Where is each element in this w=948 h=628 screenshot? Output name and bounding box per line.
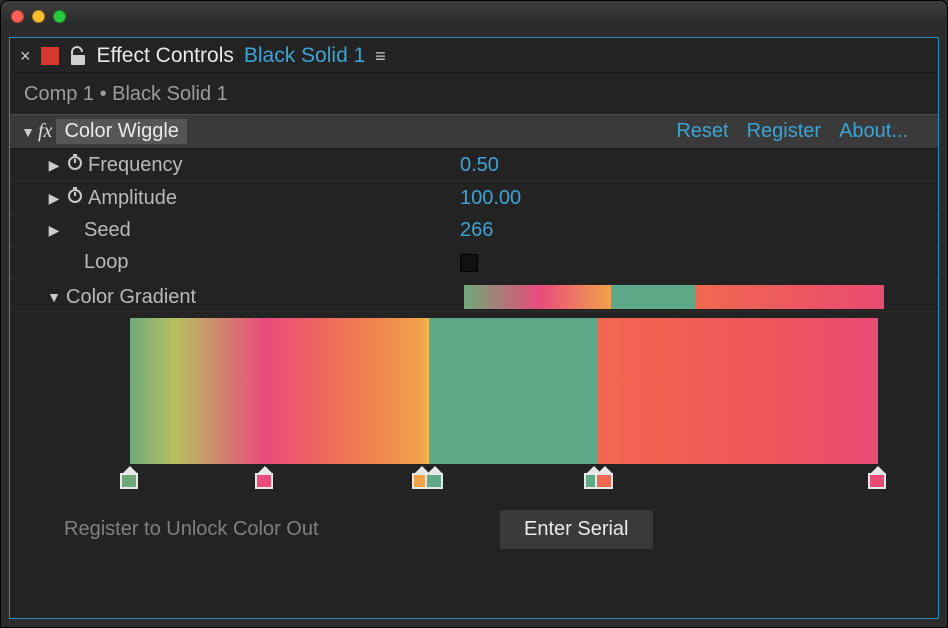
panel-tab-bar: × Effect Controls Black Solid 1 ≡	[10, 38, 938, 73]
param-loop: Loop	[10, 247, 938, 279]
panel-subtitle[interactable]: Black Solid 1	[244, 44, 365, 68]
effect-header-links: Reset Register About...	[676, 120, 928, 143]
twirl-icon[interactable]	[46, 289, 62, 305]
param-value[interactable]: 266	[460, 219, 493, 242]
param-label: Amplitude	[88, 187, 177, 210]
reset-button[interactable]: Reset	[676, 120, 728, 143]
unlock-icon[interactable]	[69, 46, 87, 66]
param-label: Color Gradient	[66, 286, 196, 309]
param-rows: Frequency 0.50 Amplitude 100.00	[10, 149, 938, 557]
enter-serial-button[interactable]: Enter Serial	[500, 510, 653, 549]
param-value[interactable]: 0.50	[460, 154, 499, 177]
minimize-icon[interactable]	[32, 10, 45, 23]
param-value[interactable]: 100.00	[460, 187, 521, 210]
gradient-stop[interactable]	[120, 466, 140, 489]
fx-icon[interactable]: fx	[38, 120, 52, 143]
param-label: Seed	[84, 219, 131, 242]
param-frequency: Frequency 0.50	[10, 149, 938, 182]
stopwatch-icon[interactable]	[66, 153, 84, 177]
gradient-stop[interactable]	[868, 466, 888, 489]
effect-name[interactable]: Color Wiggle	[56, 119, 186, 144]
gradient-preview[interactable]	[464, 285, 884, 309]
param-gradient: Color Gradient	[10, 279, 938, 312]
effect-header: fx Color Wiggle Reset Register About...	[10, 114, 938, 149]
param-seed: Seed 266	[10, 215, 938, 247]
panel-menu-icon[interactable]: ≡	[375, 46, 386, 67]
titlebar	[1, 1, 947, 31]
gradient-stops	[130, 466, 878, 496]
effect-controls-panel: × Effect Controls Black Solid 1 ≡ Comp 1…	[9, 37, 939, 619]
loop-checkbox[interactable]	[460, 254, 478, 272]
close-icon[interactable]	[11, 10, 24, 23]
maximize-icon[interactable]	[53, 10, 66, 23]
close-tab-icon[interactable]: ×	[20, 46, 31, 67]
gradient-stop[interactable]	[255, 466, 275, 489]
gradient-stop[interactable]	[595, 466, 615, 489]
gradient-stop[interactable]	[425, 466, 445, 489]
register-button[interactable]: Register	[747, 120, 821, 143]
twirl-icon[interactable]	[46, 157, 62, 174]
breadcrumb: Comp 1 • Black Solid 1	[10, 73, 938, 114]
stopwatch-icon[interactable]	[66, 186, 84, 210]
gradient-editor	[10, 312, 938, 496]
panel-title: Effect Controls	[97, 44, 234, 68]
about-button[interactable]: About...	[839, 120, 908, 143]
locked-label: Register to Unlock Color Out	[20, 518, 500, 541]
layer-color-chip[interactable]	[41, 47, 59, 65]
effect-toggle-icon[interactable]	[20, 124, 36, 140]
twirl-icon[interactable]	[46, 222, 62, 239]
gradient-strip[interactable]	[130, 318, 878, 464]
color-out-row: Register to Unlock Color Out Enter Seria…	[10, 496, 938, 557]
param-label: Loop	[84, 251, 129, 274]
param-amplitude: Amplitude 100.00	[10, 182, 938, 215]
window: × Effect Controls Black Solid 1 ≡ Comp 1…	[0, 0, 948, 628]
twirl-icon[interactable]	[46, 190, 62, 207]
param-label: Frequency	[88, 154, 183, 177]
